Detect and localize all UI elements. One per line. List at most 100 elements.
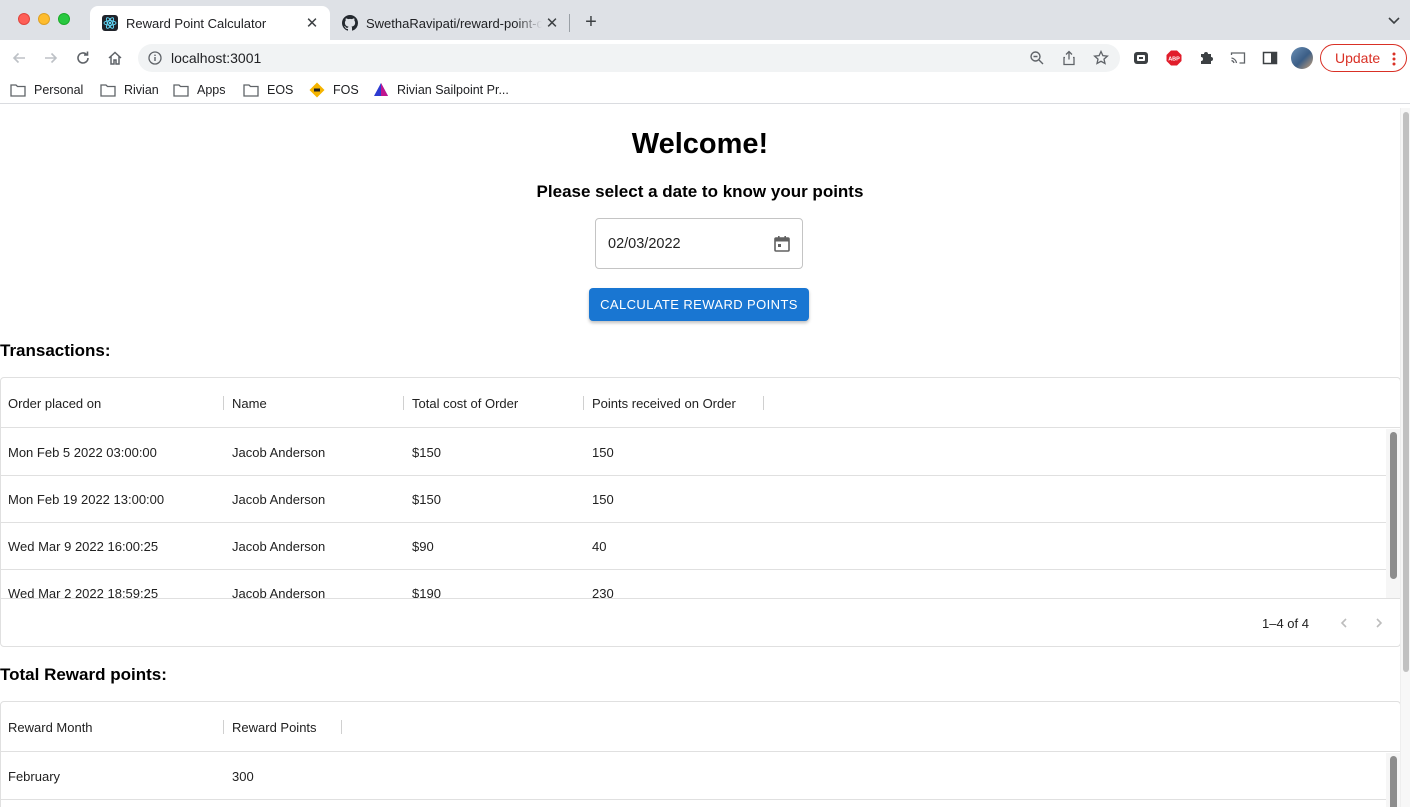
grid-header-row: Order placed on Name Total cost of Order…: [1, 378, 1400, 428]
rewards-title: Total Reward points:: [0, 665, 167, 684]
tab-search-chevron-icon[interactable]: [1386, 12, 1402, 28]
profile-avatar[interactable]: [1291, 47, 1313, 69]
browser-toolbar: localhost:3001 ABP Update: [0, 40, 1410, 76]
update-button[interactable]: Update: [1320, 44, 1407, 72]
cell-total-cost: $90: [412, 538, 434, 554]
forward-arrow-icon[interactable]: [41, 48, 61, 68]
grid-scrollbar-thumb[interactable]: [1390, 756, 1397, 807]
bookmarks-bar: Personal Rivian Apps EOS FOS Rivian Sail…: [0, 76, 1410, 104]
chevron-left-icon[interactable]: [1334, 613, 1354, 633]
home-icon[interactable]: [105, 48, 125, 68]
cell-name: Jacob Anderson: [232, 491, 326, 507]
back-arrow-icon[interactable]: [9, 48, 29, 68]
cell-order-date: Wed Mar 2 2022 18:59:25: [8, 585, 159, 600]
react-icon: [102, 15, 118, 31]
cell-reward-month: February: [8, 768, 61, 784]
share-icon[interactable]: [1061, 50, 1077, 66]
extension-icon[interactable]: [1133, 50, 1149, 66]
column-separator[interactable]: [223, 720, 224, 734]
cell-points: 150: [592, 444, 614, 460]
page-content: Welcome! Please select a date to know yo…: [0, 108, 1410, 807]
column-header-total-cost[interactable]: Total cost of Order: [405, 378, 585, 428]
grid-scrollbar[interactable]: [1386, 753, 1400, 807]
transactions-title: Transactions:: [0, 341, 111, 360]
page-scrollbar[interactable]: [1400, 108, 1410, 807]
folder-icon: [173, 82, 189, 98]
grid-scrollbar[interactable]: [1386, 429, 1400, 599]
cell-order-date: Mon Feb 5 2022 03:00:00: [8, 444, 157, 460]
bookmark-label: EOS: [267, 83, 294, 97]
table-row[interactable]: Wed Mar 9 2022 16:00:25 Jacob Anderson $…: [1, 523, 1386, 570]
grid-scrollbar-thumb[interactable]: [1390, 432, 1397, 579]
cell-points: 150: [592, 491, 614, 507]
bookmark-personal[interactable]: Personal: [10, 81, 83, 99]
close-icon[interactable]: ✕: [542, 13, 562, 33]
bookmark-label: FOS: [333, 83, 359, 97]
page-title: Welcome!: [631, 128, 769, 160]
bookmark-label: Rivian: [124, 83, 159, 97]
svg-text:ABP: ABP: [1168, 56, 1180, 62]
zoom-icon[interactable]: [1029, 50, 1045, 66]
cell-order-date: Mon Feb 19 2022 13:00:00: [8, 491, 165, 507]
grid-footer: 1–4 of 4: [1, 598, 1400, 646]
fos-icon: [309, 82, 325, 98]
bookmark-eos[interactable]: EOS: [243, 81, 293, 99]
grid-header-row: Reward Month Reward Points: [1, 702, 1400, 752]
cell-name: Jacob Anderson: [232, 585, 326, 600]
cell-points: 40: [592, 538, 607, 554]
cell-order-date: Wed Mar 9 2022 16:00:25: [8, 538, 159, 554]
table-row[interactable]: Mon Feb 5 2022 03:00:00 Jacob Anderson $…: [1, 429, 1386, 476]
column-header-name[interactable]: Name: [225, 378, 405, 428]
column-header-order-date[interactable]: Order placed on: [1, 378, 225, 428]
window-close-button[interactable]: [18, 13, 30, 25]
calculate-reward-points-button[interactable]: CALCULATE REWARD POINTS: [589, 288, 809, 321]
sidepanel-icon[interactable]: [1262, 50, 1278, 66]
close-icon[interactable]: ✕: [302, 13, 322, 33]
bookmark-star-icon[interactable]: [1093, 49, 1109, 66]
column-header-reward-month[interactable]: Reward Month: [1, 702, 225, 752]
puzzle-icon[interactable]: [1198, 50, 1214, 66]
cell-name: Jacob Anderson: [232, 444, 326, 460]
window-minimize-button[interactable]: [38, 13, 50, 25]
new-tab-button[interactable]: +: [579, 10, 603, 34]
bookmark-fos[interactable]: FOS: [309, 81, 359, 99]
more-menu-icon[interactable]: [1392, 51, 1396, 67]
cell-total-cost: $190: [412, 585, 441, 600]
adblock-icon[interactable]: ABP: [1166, 50, 1182, 66]
chevron-right-icon[interactable]: [1369, 613, 1389, 633]
window-maximize-button[interactable]: [58, 13, 70, 25]
table-row[interactable]: Mon Feb 19 2022 13:00:00 Jacob Anderson …: [1, 476, 1386, 523]
column-separator[interactable]: [763, 396, 764, 410]
bookmark-rivian-sailpoint[interactable]: Rivian Sailpoint Pr...: [373, 81, 509, 99]
cell-reward-points: 300: [232, 768, 254, 784]
folder-icon: [243, 82, 259, 98]
column-header-reward-points[interactable]: Reward Points: [225, 702, 343, 752]
calendar-icon[interactable]: [772, 234, 792, 254]
page-scrollbar-thumb[interactable]: [1403, 112, 1409, 672]
table-row[interactable]: February 300: [1, 753, 1386, 800]
column-separator[interactable]: [403, 396, 404, 410]
bookmark-label: Personal: [34, 83, 84, 97]
folder-icon: [100, 82, 116, 98]
bookmark-label: Apps: [197, 83, 226, 97]
reload-icon[interactable]: [73, 48, 93, 68]
cast-icon[interactable]: [1230, 50, 1246, 66]
tab-github[interactable]: SwethaRavipati/reward-point-calculator ✕: [330, 6, 570, 40]
column-separator[interactable]: [583, 396, 584, 410]
table-row[interactable]: Wed Mar 2 2022 18:59:25 Jacob Anderson $…: [1, 570, 1386, 600]
tab-strip: Reward Point Calculator ✕ SwethaRavipati…: [0, 0, 1410, 40]
sailpoint-icon: [373, 82, 389, 98]
date-input[interactable]: 02/03/2022: [595, 218, 803, 269]
bookmark-rivian[interactable]: Rivian: [100, 81, 159, 99]
column-header-points[interactable]: Points received on Order: [585, 378, 765, 428]
cell-name: Jacob Anderson: [232, 538, 326, 554]
folder-icon: [10, 82, 26, 98]
column-separator[interactable]: [341, 720, 342, 734]
address-bar[interactable]: localhost:3001: [138, 44, 1120, 72]
cell-points: 230: [592, 585, 614, 600]
column-separator[interactable]: [223, 396, 224, 410]
tab-reward-point-calculator[interactable]: Reward Point Calculator ✕: [90, 6, 330, 40]
rewards-grid: Reward Month Reward Points February 300: [0, 701, 1401, 807]
info-icon[interactable]: [148, 51, 162, 65]
bookmark-apps[interactable]: Apps: [173, 81, 226, 99]
